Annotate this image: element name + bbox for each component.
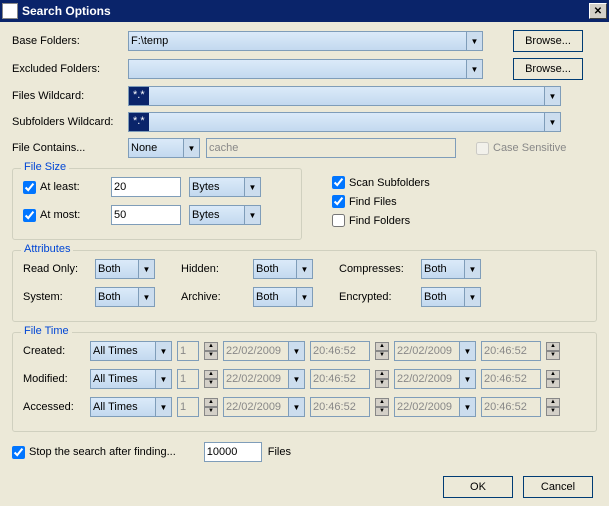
spin-up-icon[interactable]: ▲: [546, 398, 560, 407]
created-label: Created:: [23, 345, 85, 357]
archive-label: Archive:: [181, 291, 245, 303]
spin-down-icon[interactable]: ▼: [546, 351, 560, 360]
find-files-label: Find Files: [349, 196, 397, 208]
created-date2[interactable]: [394, 341, 476, 361]
cancel-button[interactable]: Cancel: [523, 476, 593, 498]
spin-up-icon[interactable]: ▲: [204, 342, 218, 351]
accessed-count[interactable]: [177, 397, 199, 417]
titlebar: Search Options ✕: [0, 0, 609, 22]
spin-down-icon[interactable]: ▼: [546, 379, 560, 388]
close-button[interactable]: ✕: [589, 3, 607, 19]
browse-base-button[interactable]: Browse...: [513, 30, 583, 52]
app-icon: [2, 3, 18, 19]
spin-down-icon[interactable]: ▼: [375, 379, 389, 388]
encrypted-label: Encrypted:: [339, 291, 413, 303]
created-time2[interactable]: [481, 341, 541, 361]
spin-up-icon[interactable]: ▲: [204, 398, 218, 407]
spin-up-icon[interactable]: ▲: [375, 370, 389, 379]
at-least-checkbox[interactable]: [23, 181, 36, 194]
read-only-combo[interactable]: [95, 259, 155, 279]
at-least-unit-combo[interactable]: [189, 177, 261, 197]
created-time1[interactable]: [310, 341, 370, 361]
file-contains-mode-combo[interactable]: [128, 138, 200, 158]
base-folders-label: Base Folders:: [12, 35, 128, 47]
compresses-label: Compresses:: [339, 263, 413, 275]
system-label: System:: [23, 291, 87, 303]
encrypted-combo[interactable]: [421, 287, 481, 307]
find-folders-label: Find Folders: [349, 215, 410, 227]
archive-combo[interactable]: [253, 287, 313, 307]
modified-date1[interactable]: [223, 369, 305, 389]
hidden-label: Hidden:: [181, 263, 245, 275]
subfolders-wildcard-value: *.*: [129, 113, 149, 131]
subfolders-wildcard-combo[interactable]: [128, 112, 561, 132]
stop-after-checkbox[interactable]: [12, 446, 25, 459]
compresses-combo[interactable]: [421, 259, 481, 279]
browse-excluded-button[interactable]: Browse...: [513, 58, 583, 80]
hidden-combo[interactable]: [253, 259, 313, 279]
file-contains-text[interactable]: [206, 138, 456, 158]
accessed-label: Accessed:: [23, 401, 85, 413]
modified-mode-combo[interactable]: [90, 369, 172, 389]
at-least-value[interactable]: [111, 177, 181, 197]
modified-time2[interactable]: [481, 369, 541, 389]
files-wildcard-combo[interactable]: [128, 86, 561, 106]
spin-up-icon[interactable]: ▲: [375, 342, 389, 351]
at-most-checkbox[interactable]: [23, 209, 36, 222]
files-suffix-label: Files: [268, 446, 291, 458]
case-sensitive-label: Case Sensitive: [493, 142, 566, 154]
base-folders-combo[interactable]: [128, 31, 483, 51]
spin-up-icon[interactable]: ▲: [546, 370, 560, 379]
spin-up-icon[interactable]: ▲: [375, 398, 389, 407]
excluded-folders-combo[interactable]: [128, 59, 483, 79]
modified-date2[interactable]: [394, 369, 476, 389]
accessed-mode-combo[interactable]: [90, 397, 172, 417]
spin-up-icon[interactable]: ▲: [546, 342, 560, 351]
system-combo[interactable]: [95, 287, 155, 307]
at-most-label: At most:: [40, 209, 80, 221]
file-contains-label: File Contains...: [12, 142, 128, 154]
created-count[interactable]: [177, 341, 199, 361]
spin-down-icon[interactable]: ▼: [204, 407, 218, 416]
created-date1[interactable]: [223, 341, 305, 361]
accessed-date2[interactable]: [394, 397, 476, 417]
window-title: Search Options: [22, 4, 589, 18]
file-time-group: File Time Created: ▼ ▲▼ ▼ ▲▼ ▼ ▲▼ Modifi…: [12, 332, 597, 432]
ok-button[interactable]: OK: [443, 476, 513, 498]
at-least-label: At least:: [40, 181, 80, 193]
file-size-legend: File Size: [21, 161, 69, 173]
file-time-legend: File Time: [21, 325, 72, 337]
case-sensitive-checkbox[interactable]: [476, 142, 489, 155]
scan-subfolders-label: Scan Subfolders: [349, 177, 430, 189]
modified-label: Modified:: [23, 373, 85, 385]
scan-subfolders-checkbox[interactable]: [332, 176, 345, 189]
attributes-legend: Attributes: [21, 243, 73, 255]
modified-count[interactable]: [177, 369, 199, 389]
at-most-unit-combo[interactable]: [189, 205, 261, 225]
spin-down-icon[interactable]: ▼: [375, 407, 389, 416]
spin-up-icon[interactable]: ▲: [204, 370, 218, 379]
subfolders-wildcard-label: Subfolders Wildcard:: [12, 116, 128, 128]
find-folders-checkbox[interactable]: [332, 214, 345, 227]
attributes-group: Attributes Read Only: ▼ Hidden: ▼ Compre…: [12, 250, 597, 322]
spin-down-icon[interactable]: ▼: [204, 379, 218, 388]
find-files-checkbox[interactable]: [332, 195, 345, 208]
spin-down-icon[interactable]: ▼: [204, 351, 218, 360]
accessed-date1[interactable]: [223, 397, 305, 417]
excluded-folders-label: Excluded Folders:: [12, 63, 128, 75]
modified-time1[interactable]: [310, 369, 370, 389]
at-most-value[interactable]: [111, 205, 181, 225]
created-mode-combo[interactable]: [90, 341, 172, 361]
spin-down-icon[interactable]: ▼: [546, 407, 560, 416]
spin-down-icon[interactable]: ▼: [375, 351, 389, 360]
read-only-label: Read Only:: [23, 263, 87, 275]
files-wildcard-value: *.*: [129, 87, 149, 105]
file-size-group: File Size At least: ▼ At most:: [12, 168, 302, 240]
accessed-time2[interactable]: [481, 397, 541, 417]
files-wildcard-label: Files Wildcard:: [12, 90, 128, 102]
accessed-time1[interactable]: [310, 397, 370, 417]
stop-after-count[interactable]: [204, 442, 262, 462]
stop-after-label: Stop the search after finding...: [29, 446, 176, 458]
